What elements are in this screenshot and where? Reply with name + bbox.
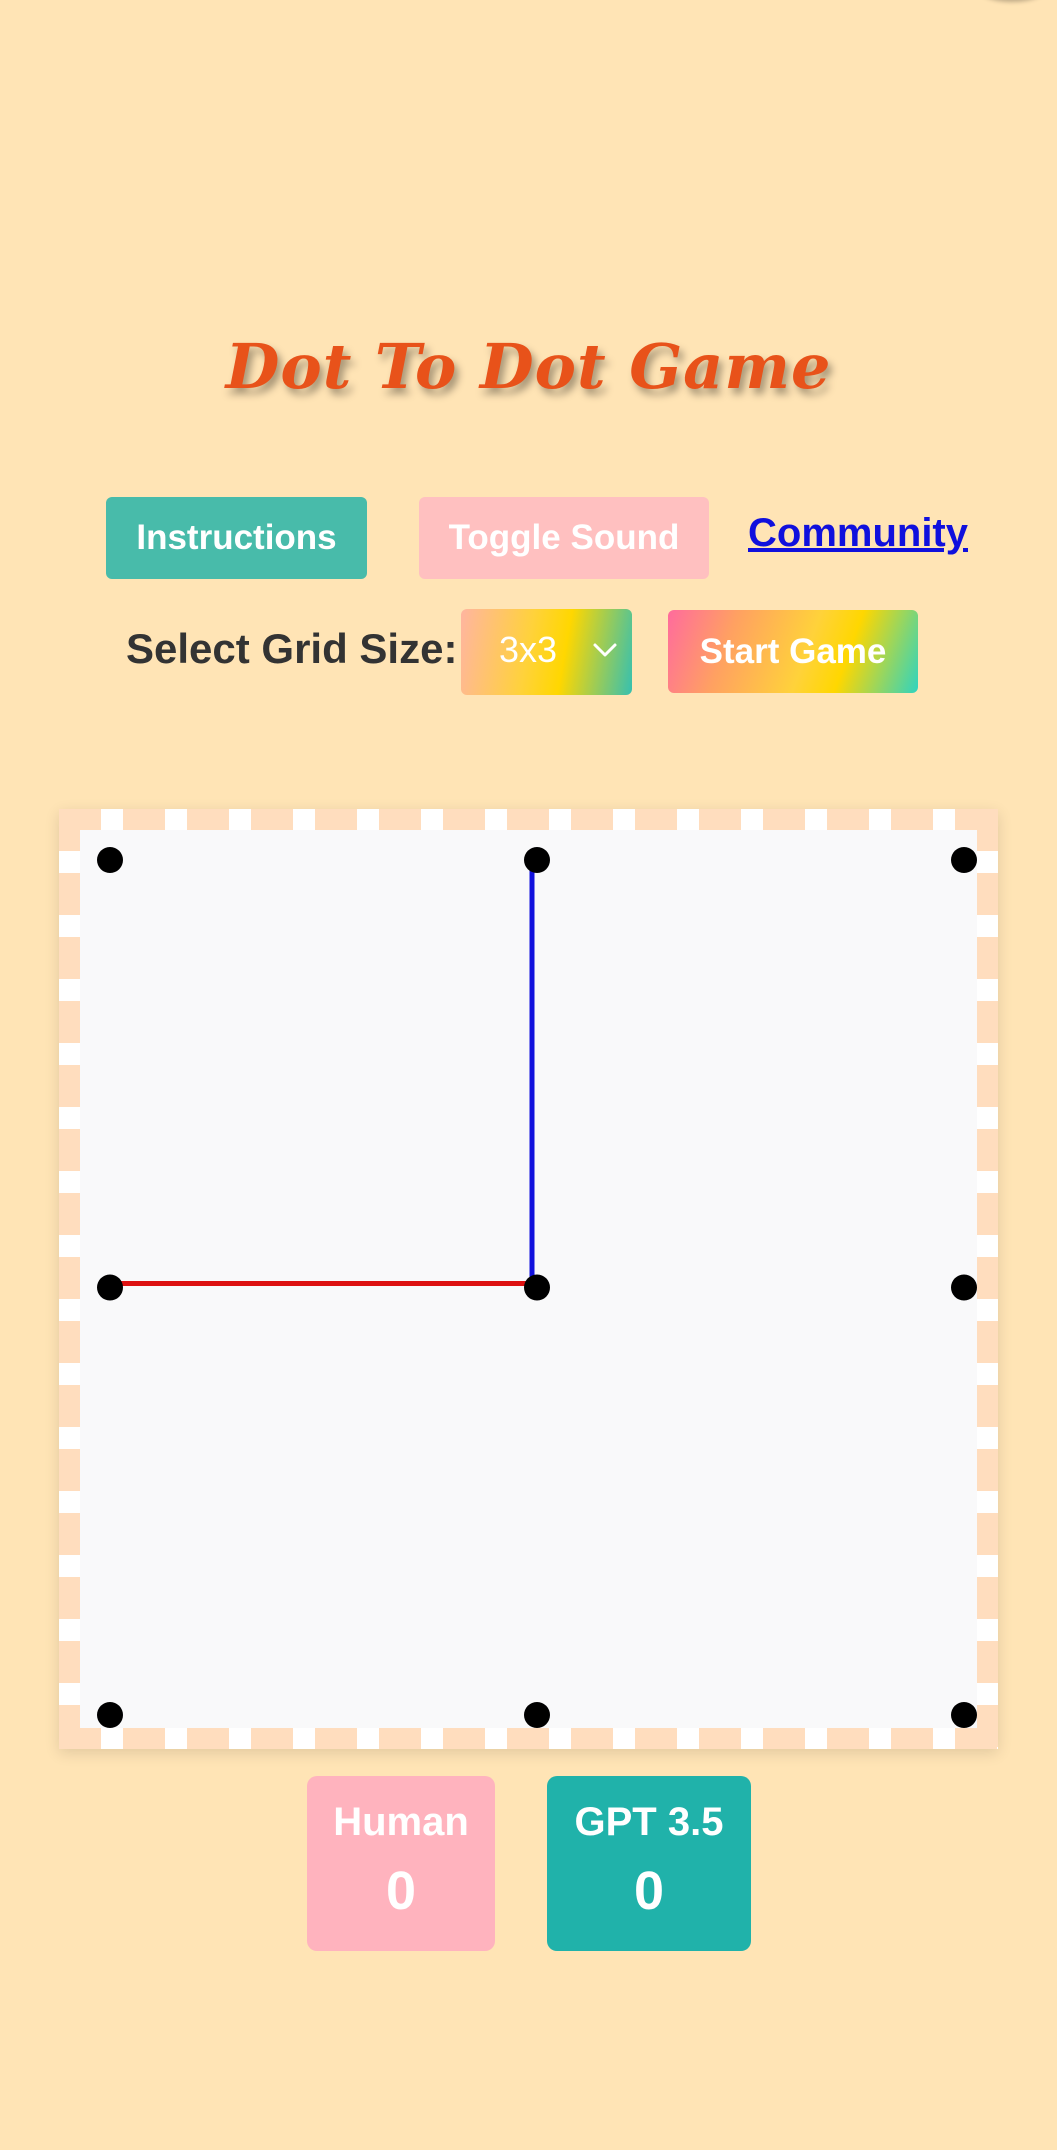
border-dash (977, 1065, 998, 1107)
border-dash (977, 1641, 998, 1683)
grid-size-select[interactable]: 3x3 (461, 609, 632, 695)
grid-size-label: Select Grid Size: (126, 625, 458, 672)
gpt-score-value: 0 (633, 1861, 665, 1921)
border-dash (507, 809, 549, 830)
grid-dot[interactable] (951, 1274, 977, 1301)
border-dash (977, 1449, 998, 1491)
border-dash (977, 1257, 998, 1299)
border-dash (827, 809, 869, 830)
board-canvas[interactable] (59, 809, 998, 1749)
border-dash (977, 1513, 998, 1555)
border-dash (59, 1513, 80, 1555)
border-dash (59, 1129, 80, 1171)
border-dash (59, 1641, 80, 1683)
border-dash (763, 809, 805, 830)
border-dash (59, 809, 80, 851)
border-dash (977, 873, 998, 915)
grid-dot[interactable] (524, 1274, 550, 1301)
border-dash (315, 809, 357, 830)
border-dash (507, 1728, 549, 1749)
human-score-value: 0 (385, 1861, 417, 1921)
page-title: Dot To Dot Game (225, 330, 832, 403)
grid-dot[interactable] (951, 1702, 977, 1728)
border-dash (59, 937, 80, 979)
border-dash (443, 1728, 485, 1749)
border-dash (59, 1385, 80, 1427)
border-dash (187, 809, 229, 830)
border-dash (827, 1728, 869, 1749)
border-dash (571, 1728, 613, 1749)
border-dash (59, 1001, 80, 1043)
border-dash (59, 1193, 80, 1235)
border-dash (379, 1728, 421, 1749)
gpt-score-label: GPT 3.5 (574, 1800, 724, 1844)
border-dash (699, 1728, 741, 1749)
border-dash (59, 1705, 80, 1747)
border-dash (977, 1577, 998, 1619)
instructions-button[interactable]: Instructions (106, 497, 367, 579)
border-dash (977, 937, 998, 979)
border-dash (977, 1385, 998, 1427)
border-dash (123, 809, 165, 830)
grid-size-value: 3x3 (499, 629, 558, 670)
community-link[interactable]: Community (748, 511, 968, 556)
grid-dot[interactable] (97, 1702, 123, 1728)
border-dash (251, 809, 293, 830)
border-dash (891, 1728, 933, 1749)
border-dash (59, 1577, 80, 1619)
border-dash (59, 1321, 80, 1363)
grid-dot[interactable] (97, 1274, 123, 1301)
border-dash (635, 1728, 677, 1749)
border-dash (977, 1321, 998, 1363)
border-dash (59, 1257, 80, 1299)
border-dash (977, 809, 998, 851)
grid-dot[interactable] (97, 847, 123, 873)
gpt-score-card: GPT 3.5 0 (547, 1776, 751, 1951)
border-dash (977, 1193, 998, 1235)
grid-dot[interactable] (951, 847, 977, 873)
grid-dot[interactable] (524, 1702, 550, 1728)
border-dash (59, 1065, 80, 1107)
border-dash (443, 809, 485, 830)
grid-dot[interactable] (524, 847, 550, 873)
border-dash (699, 809, 741, 830)
start-game-button[interactable]: Start Game (668, 610, 918, 693)
border-dash (635, 809, 677, 830)
game-board (59, 809, 998, 1749)
chevron-down-icon (593, 643, 617, 657)
border-dash (379, 809, 421, 830)
border-dash (59, 873, 80, 915)
border-dash (315, 1728, 357, 1749)
border-dash (59, 1449, 80, 1491)
human-score-label: Human (333, 1800, 469, 1844)
border-dash (977, 1705, 998, 1747)
border-dash (763, 1728, 805, 1749)
border-dash (977, 1001, 998, 1043)
human-score-card: Human 0 (307, 1776, 495, 1951)
border-dash (187, 1728, 229, 1749)
toggle-sound-button[interactable]: Toggle Sound (419, 497, 709, 579)
border-dash (251, 1728, 293, 1749)
border-dash (571, 809, 613, 830)
border-dash (977, 1129, 998, 1171)
border-dash (123, 1728, 165, 1749)
border-dash (891, 809, 933, 830)
